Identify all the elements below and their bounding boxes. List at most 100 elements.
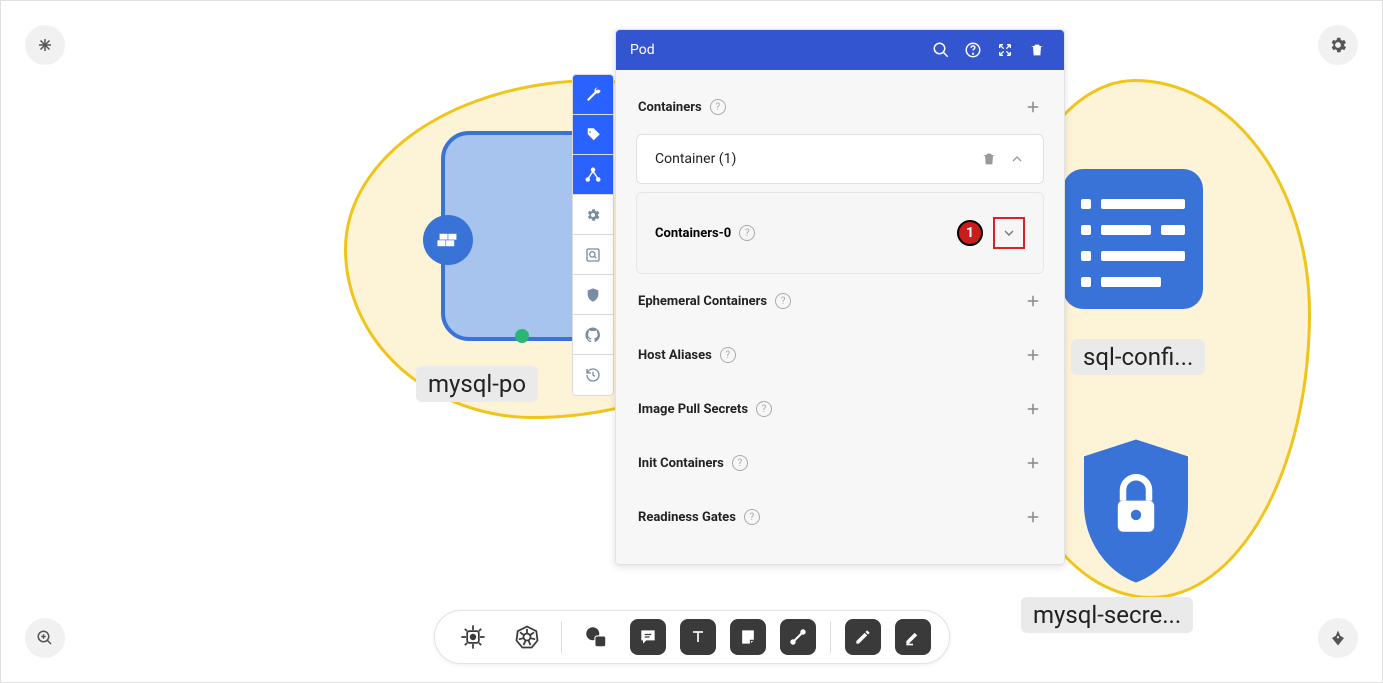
- delete-container-button[interactable]: [981, 151, 997, 167]
- section-initcontainers: Init Containers?: [636, 436, 1044, 490]
- section-label: Image Pull Secrets: [638, 402, 748, 417]
- divider: [561, 621, 562, 653]
- settings-button[interactable]: [1318, 25, 1358, 65]
- add-imagepullsecrets-button[interactable]: [1024, 400, 1042, 418]
- configmap-label: sql-confi...: [1071, 339, 1205, 375]
- help-icon[interactable]: ?: [744, 509, 760, 525]
- help-icon[interactable]: ?: [720, 347, 736, 363]
- pod-status-dot: [515, 329, 529, 343]
- help-icon[interactable]: ?: [732, 455, 748, 471]
- plus-icon: [1024, 98, 1042, 116]
- pod-badge: [423, 215, 473, 265]
- note-icon: [738, 627, 758, 647]
- asterisk-icon: [36, 36, 54, 54]
- highlight-icon: [903, 627, 923, 647]
- shield-lock-icon: [1071, 431, 1201, 591]
- edit-icon: [853, 627, 873, 647]
- tool-tag[interactable]: [573, 115, 613, 155]
- chevron-up-icon: [1009, 151, 1025, 167]
- divider: [830, 621, 831, 653]
- help-icon[interactable]: ?: [756, 401, 772, 417]
- bt-kubernetes-button[interactable]: [507, 617, 547, 657]
- expand-container-item-button[interactable]: [993, 217, 1025, 249]
- canvas: mysql-po sql-confi... mysql-secre... Pod: [1, 1, 1382, 682]
- trash-icon: [981, 151, 997, 167]
- connections-icon: [584, 166, 602, 184]
- plus-icon: [1024, 454, 1042, 472]
- bt-highlight-button[interactable]: [895, 619, 931, 655]
- help-icon[interactable]: ?: [775, 293, 791, 309]
- configmap-node[interactable]: [1063, 169, 1203, 309]
- comment-icon: [638, 627, 658, 647]
- tool-connections[interactable]: [573, 155, 613, 195]
- help-icon[interactable]: ?: [739, 225, 755, 241]
- chevron-down-icon: [1001, 225, 1017, 241]
- trash-icon: [1029, 42, 1045, 58]
- plus-icon: [1024, 508, 1042, 526]
- container-item-label: Containers-0: [655, 226, 731, 241]
- bt-connector-button[interactable]: [780, 619, 816, 655]
- add-hostaliases-button[interactable]: [1024, 346, 1042, 364]
- panel-search-button[interactable]: [928, 37, 954, 63]
- section-containers: Containers?: [636, 80, 1044, 134]
- gear-icon: [585, 207, 601, 223]
- container-group-row[interactable]: Container (1): [637, 135, 1043, 183]
- asterisk-button[interactable]: [25, 25, 65, 65]
- help-icon: [964, 41, 982, 59]
- add-container-button[interactable]: [1024, 98, 1042, 116]
- tool-inspect[interactable]: [573, 235, 613, 275]
- bt-shapes-button[interactable]: [576, 617, 616, 657]
- bt-note-button[interactable]: [730, 619, 766, 655]
- plus-icon: [1024, 346, 1042, 364]
- panel-help-button[interactable]: [960, 37, 986, 63]
- add-ephemeral-button[interactable]: [1024, 292, 1042, 310]
- inspect-icon: [585, 247, 601, 263]
- pod-node-label: mysql-po: [416, 366, 538, 402]
- section-label: Ephemeral Containers: [638, 294, 767, 309]
- text-icon: [688, 627, 708, 647]
- section-label: Init Containers: [638, 456, 724, 471]
- tool-history[interactable]: [573, 355, 613, 395]
- panel-delete-button[interactable]: [1024, 37, 1050, 63]
- kubernetes-icon: [513, 623, 541, 651]
- secret-node[interactable]: [1071, 431, 1201, 591]
- cpu-icon: [459, 623, 487, 651]
- section-imagepullsecrets: Image Pull Secrets?: [636, 382, 1044, 436]
- tool-shield[interactable]: [573, 275, 613, 315]
- panel-title: Pod: [630, 42, 922, 58]
- section-label: Host Aliases: [638, 348, 712, 363]
- pen-nib-icon: [1329, 629, 1347, 647]
- tool-gear[interactable]: [573, 195, 613, 235]
- plus-icon: [1024, 400, 1042, 418]
- expand-icon: [997, 42, 1013, 58]
- bt-text-button[interactable]: [680, 619, 716, 655]
- zoom-in-icon: [36, 629, 54, 647]
- container-item-card: Containers-0? 1: [636, 192, 1044, 274]
- tool-wrench[interactable]: [573, 75, 613, 115]
- bt-comment-button[interactable]: [630, 619, 666, 655]
- error-badge: 1: [957, 220, 983, 246]
- tag-icon: [584, 126, 602, 144]
- pen-button[interactable]: [1318, 618, 1358, 658]
- side-toolbar: [572, 74, 614, 396]
- connector-icon: [788, 627, 808, 647]
- container-group-title: Container (1): [655, 151, 969, 167]
- panel-expand-button[interactable]: [992, 37, 1018, 63]
- bottom-toolbar: [434, 610, 950, 664]
- tool-github[interactable]: [573, 315, 613, 355]
- secret-label: mysql-secre...: [1021, 597, 1193, 633]
- zoom-in-button[interactable]: [25, 618, 65, 658]
- collapse-container-button[interactable]: [1009, 151, 1025, 167]
- github-icon: [584, 326, 602, 344]
- container-item-row: Containers-0? 1: [637, 193, 1043, 273]
- search-icon: [932, 41, 950, 59]
- help-icon[interactable]: ?: [710, 99, 726, 115]
- pod-panel: Pod Containers? Container (1): [615, 29, 1065, 565]
- history-icon: [585, 367, 601, 383]
- add-readinessgates-button[interactable]: [1024, 508, 1042, 526]
- container-card: Container (1): [636, 134, 1044, 184]
- bt-edit-button[interactable]: [845, 619, 881, 655]
- bt-cpu-button[interactable]: [453, 617, 493, 657]
- add-initcontainers-button[interactable]: [1024, 454, 1042, 472]
- panel-header: Pod: [616, 30, 1064, 70]
